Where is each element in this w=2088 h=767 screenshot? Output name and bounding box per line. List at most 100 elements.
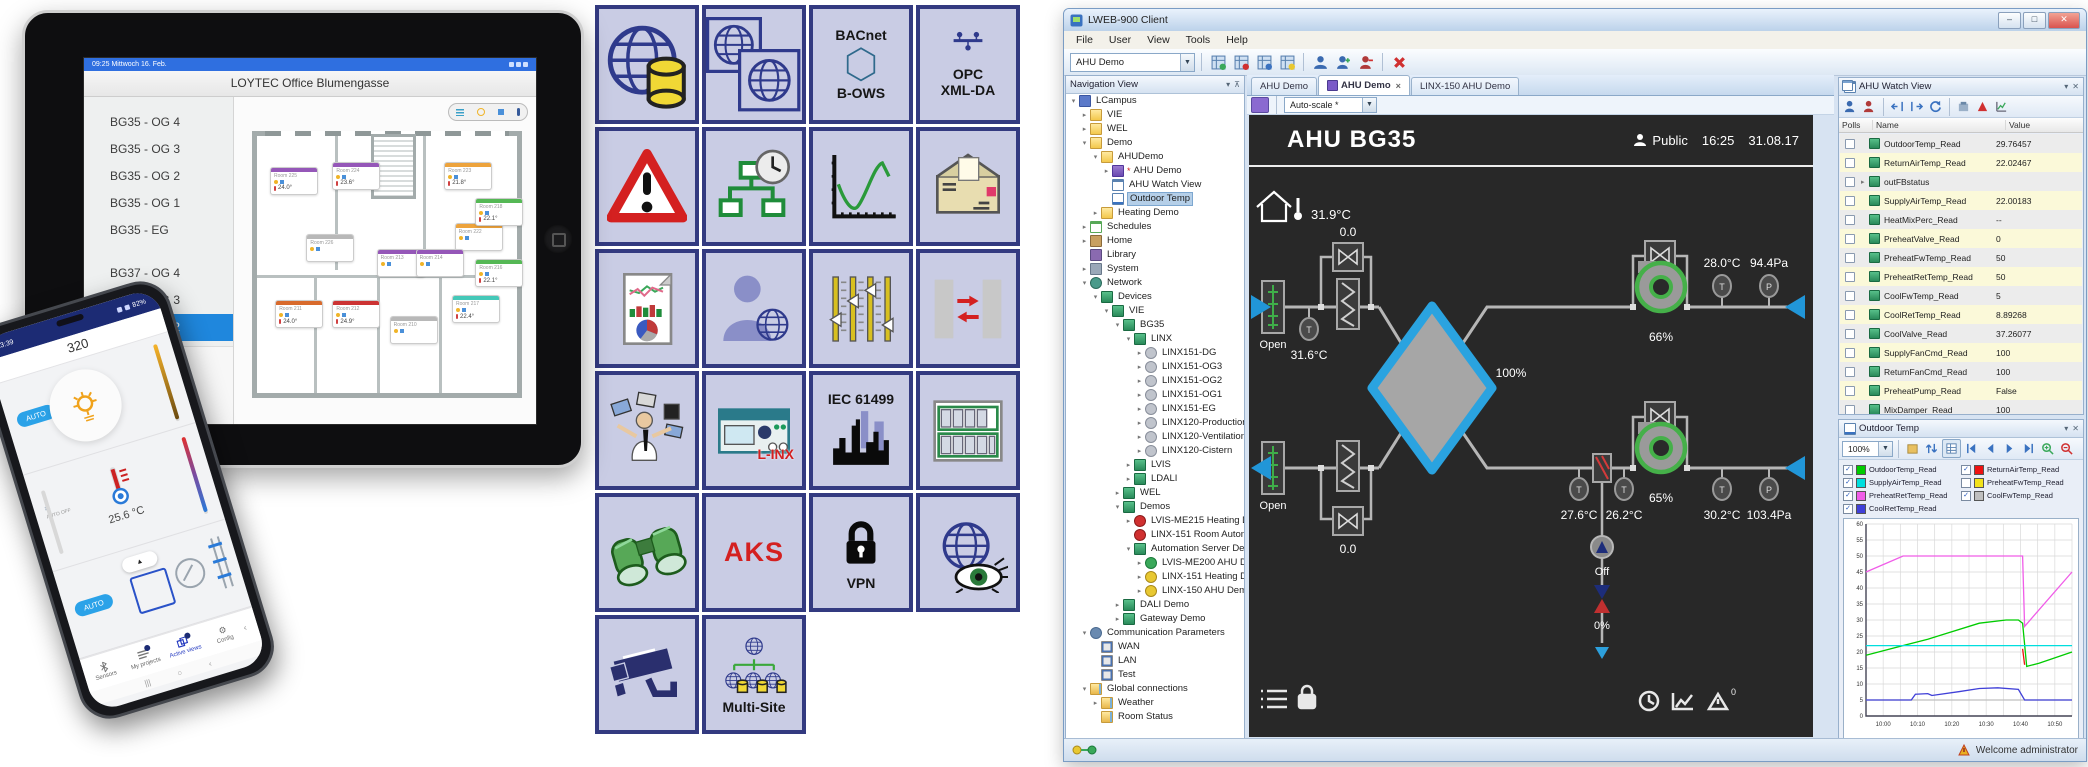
tree-item-bg35[interactable]: ▾BG35 bbox=[1066, 318, 1244, 332]
delete-icon[interactable] bbox=[1389, 52, 1409, 72]
room-card-room-222[interactable]: Room 222 bbox=[455, 223, 503, 251]
autoscroll-icon[interactable] bbox=[1923, 440, 1940, 457]
tree-item-schedules[interactable]: ▸Schedules bbox=[1066, 220, 1244, 234]
zoom-out-icon[interactable] bbox=[2058, 440, 2075, 457]
user-icon[interactable] bbox=[1310, 52, 1330, 72]
poll-checkbox[interactable] bbox=[1845, 386, 1855, 396]
watch-row-returnairtemp-read[interactable]: ReturnAirTemp_Read22.02467 bbox=[1840, 153, 2082, 172]
user-remove-icon[interactable] bbox=[1356, 52, 1376, 72]
list-icon[interactable] bbox=[456, 109, 464, 116]
return-bypass-valve[interactable] bbox=[1333, 507, 1363, 535]
room-card-room-211[interactable]: Room 21124.0° bbox=[275, 300, 323, 328]
intake-temp-sensor[interactable]: T bbox=[1300, 318, 1318, 340]
legend-outdoortemp-read[interactable]: ✓OutdoorTemp_Read bbox=[1843, 463, 1961, 476]
heating-pump[interactable] bbox=[1591, 536, 1613, 558]
sidebar-item-bg35-og-1[interactable]: BG35 - OG 1 bbox=[84, 190, 233, 217]
return-temp2-sensor[interactable]: T bbox=[1615, 478, 1633, 500]
chart-icon[interactable] bbox=[1993, 98, 2010, 115]
sidebar-item-bg35-og-2[interactable]: BG35 - OG 2 bbox=[84, 163, 233, 190]
tree-item-linx[interactable]: ▾LINX bbox=[1066, 332, 1244, 346]
tree-item-dali-demo[interactable]: ▸DALI Demo bbox=[1066, 598, 1244, 612]
poll-checkbox[interactable] bbox=[1845, 139, 1855, 149]
tree-item-library[interactable]: Library bbox=[1066, 248, 1244, 262]
watch-row-preheatvalve-read[interactable]: PreheatValve_Read0 bbox=[1840, 229, 2082, 248]
tree-item-linx151-dg[interactable]: ▸LINX151-DG bbox=[1066, 346, 1244, 360]
return-fan[interactable] bbox=[1637, 422, 1685, 472]
poll-checkbox[interactable] bbox=[1845, 291, 1855, 301]
tree-item-automation-server-demo[interactable]: ▾Automation Server Demo bbox=[1066, 542, 1244, 556]
room-card-room-223[interactable]: Room 22321.8° bbox=[444, 162, 492, 190]
room-card-room-218[interactable]: Room 21822.1° bbox=[475, 198, 523, 226]
view-edit-icon[interactable] bbox=[1231, 52, 1251, 72]
scale-combo[interactable]: Auto-scale *▼ bbox=[1284, 97, 1377, 113]
sidebar-item-bg35-eg[interactable]: BG35 - EG bbox=[84, 217, 233, 244]
tree-item-vie[interactable]: ▸VIE bbox=[1066, 108, 1244, 122]
menu-file[interactable]: File bbox=[1068, 31, 1101, 49]
menu-view[interactable]: View bbox=[1139, 31, 1178, 49]
temp-slider[interactable] bbox=[181, 437, 208, 513]
poll-checkbox[interactable] bbox=[1845, 329, 1855, 339]
collapse-all-icon[interactable] bbox=[1889, 98, 1906, 115]
zoom-in-icon[interactable] bbox=[2039, 440, 2056, 457]
alarm-ack-icon[interactable] bbox=[1974, 98, 1991, 115]
view-selector-combo[interactable]: AHU Demo▼ bbox=[1070, 53, 1195, 72]
watch-row-coolrettemp-read[interactable]: CoolRetTemp_Read8.89268 bbox=[1840, 305, 2082, 324]
tree-item-devices[interactable]: ▾Devices bbox=[1066, 290, 1244, 304]
legend-preheatrettemp-read[interactable]: ✓PreheatRetTemp_Read bbox=[1843, 489, 1961, 502]
sidebar-item-bg35-og-4[interactable]: BG35 - OG 4 bbox=[84, 109, 233, 136]
return-temp1-sensor[interactable]: T bbox=[1570, 478, 1588, 500]
tree-item-communication-parameters[interactable]: ▾Communication Parameters bbox=[1066, 626, 1244, 640]
legend-coolfwtemp-read[interactable]: ✓CoolFwTemp_Read bbox=[1961, 489, 2079, 502]
add-datapoint-icon[interactable] bbox=[1842, 98, 1859, 115]
tab-linx-150-ahu-demo-2[interactable]: LINX-150 AHU Demo bbox=[1411, 77, 1519, 95]
tree-item-demos[interactable]: ▾Demos bbox=[1066, 500, 1244, 514]
settings-icon[interactable] bbox=[1904, 440, 1921, 457]
legend-coolrettemp-read[interactable]: ✓CoolRetTemp_Read bbox=[1843, 502, 1961, 515]
tree-item-test[interactable]: Test bbox=[1066, 668, 1244, 682]
tree-item-home[interactable]: ▸Home bbox=[1066, 234, 1244, 248]
tree-item-linx151-og3[interactable]: ▸LINX151-OG3 bbox=[1066, 360, 1244, 374]
legend-checkbox[interactable] bbox=[1961, 478, 1971, 488]
tree-item-linx151-og2[interactable]: ▸LINX151-OG2 bbox=[1066, 374, 1244, 388]
tree-item-lcampus[interactable]: ▾LCampus bbox=[1066, 94, 1244, 108]
room-card-room-214[interactable]: Room 214 bbox=[416, 249, 464, 277]
legend-returnairtemp-read[interactable]: ✓ReturnAirTemp_Read bbox=[1961, 463, 2079, 476]
room-card-room-226[interactable]: Room 226 bbox=[306, 234, 354, 262]
tab-ahu-demo-0[interactable]: AHU Demo bbox=[1251, 77, 1317, 95]
watch-row-preheatfwtemp-read[interactable]: PreheatFwTemp_Read50 bbox=[1840, 248, 2082, 267]
supply-bypass-valve[interactable] bbox=[1333, 243, 1363, 271]
view-copy-icon[interactable] bbox=[1254, 52, 1274, 72]
tree-item-lvis[interactable]: ▸LVIS bbox=[1066, 458, 1244, 472]
bulb-icon[interactable] bbox=[477, 108, 485, 116]
tree-item-gateway-demo[interactable]: ▸Gateway Demo bbox=[1066, 612, 1244, 626]
watch-row-outfbstatus[interactable]: ▸outFBstatus bbox=[1840, 172, 2082, 191]
room-card-room-224[interactable]: Room 22423.6° bbox=[332, 162, 380, 190]
room-card-room-225[interactable]: Room 22524.0° bbox=[270, 167, 318, 195]
tree-item-wel[interactable]: ▸WEL bbox=[1066, 122, 1244, 136]
watch-row-mixdamper-read[interactable]: MixDamper_Read100 bbox=[1840, 400, 2082, 414]
legend-supplyairtemp-read[interactable]: ✓SupplyAirTemp_Read bbox=[1843, 476, 1961, 489]
trend-chart[interactable]: 05101520253035404550556010:0010:1010:201… bbox=[1843, 518, 2079, 741]
trend-icon[interactable] bbox=[1673, 693, 1693, 709]
tree-item-heating-demo[interactable]: ▸Heating Demo bbox=[1066, 206, 1244, 220]
exhaust-temp-sensor[interactable]: T bbox=[1713, 478, 1731, 500]
legend-checkbox[interactable]: ✓ bbox=[1843, 491, 1853, 501]
room-card-room-210[interactable]: Room 210 bbox=[390, 316, 438, 344]
chevron-down-icon[interactable]: ▾ bbox=[2064, 82, 2068, 91]
tree-item-linx-151-room-automation[interactable]: LINX-151 Room Automation bbox=[1066, 528, 1244, 542]
exhaust-pressure-sensor[interactable]: P bbox=[1760, 478, 1778, 500]
tree-item-linx120-ventilation[interactable]: ▸LINX120-Ventilation bbox=[1066, 430, 1244, 444]
minimize-button[interactable]: – bbox=[1998, 12, 2021, 29]
watch-row-supplyfancmd-read[interactable]: SupplyFanCmd_Read100 bbox=[1840, 343, 2082, 362]
watch-row-coolvalve-read[interactable]: CoolValve_Read37.26077 bbox=[1840, 324, 2082, 343]
write-values-icon[interactable] bbox=[1955, 98, 1972, 115]
heat-recovery-wheel[interactable] bbox=[1372, 306, 1492, 470]
legend-checkbox[interactable]: ✓ bbox=[1961, 491, 1971, 501]
table-view-icon[interactable] bbox=[1942, 439, 1961, 458]
poll-checkbox[interactable] bbox=[1845, 196, 1855, 206]
tree-item-wan[interactable]: WAN bbox=[1066, 640, 1244, 654]
blinds-rotate-dial[interactable] bbox=[171, 554, 208, 591]
watch-row-supplyairtemp-read[interactable]: SupplyAirTemp_Read22.00183 bbox=[1840, 191, 2082, 210]
menu-user[interactable]: User bbox=[1101, 31, 1139, 49]
remove-datapoint-icon[interactable] bbox=[1861, 98, 1878, 115]
